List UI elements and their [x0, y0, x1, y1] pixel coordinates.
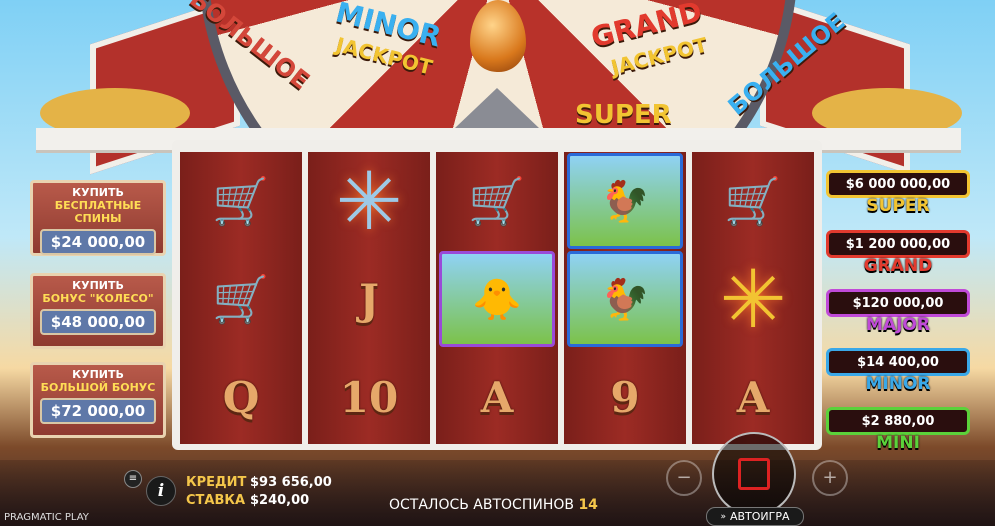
- buy-wheel-bonus-button[interactable]: КУПИТЬ БОНУС "КОЛЕСО" $48 000,00: [30, 273, 166, 349]
- bet-minus-button[interactable]: −: [666, 460, 702, 496]
- jackpot-mini: $2 880,00 MINI: [826, 407, 970, 459]
- menu-icon[interactable]: ≡: [124, 470, 142, 488]
- jackpot-name: MINI: [876, 433, 920, 453]
- reel-symbol: A: [480, 372, 514, 422]
- buy-label: КУПИТЬ: [72, 186, 124, 199]
- jackpot-value: $14 400,00: [826, 348, 970, 376]
- spin-button[interactable]: [712, 432, 796, 516]
- bet-label: СТАВКА: [186, 493, 246, 508]
- wheelbarrow-icon: 🛒: [724, 173, 782, 228]
- reel-symbol: J: [359, 274, 379, 324]
- jackpot-name: SUPER: [866, 196, 930, 216]
- jackpot-value: $6 000 000,00: [826, 170, 970, 198]
- reel-3: 🛒 🐥 A: [436, 152, 558, 444]
- reel-symbol: 10: [339, 372, 399, 422]
- jackpot-grand: $1 200 000,00 GRAND: [826, 230, 970, 282]
- wheel-hub-egg-icon: [470, 0, 526, 72]
- wheelbarrow-icon: 🛒: [468, 173, 526, 228]
- reel-symbol: 9: [610, 372, 640, 422]
- jackpot-super: $6 000 000,00 SUPER: [826, 170, 970, 222]
- wheel-pointer-icon: [455, 88, 539, 128]
- buy-desc: БОНУС "КОЛЕСО": [42, 292, 154, 305]
- rooster-icon: 🐓: [564, 152, 686, 250]
- buy-price: $48 000,00: [40, 309, 156, 335]
- reel-1: 🛒 🛒 Q: [180, 152, 302, 444]
- reel-2: ✳ J 10: [308, 152, 430, 444]
- bet-value: $240,00: [250, 493, 310, 508]
- buy-price: $72 000,00: [40, 398, 156, 424]
- autospins-count: 14: [578, 497, 598, 513]
- stop-icon: [738, 458, 770, 490]
- buy-label: КУПИТЬ: [72, 279, 124, 292]
- info-icon[interactable]: i: [146, 476, 176, 506]
- autospins-label: ОСТАЛОСЬ АВТОСПИНОВ: [389, 497, 574, 513]
- autoplay-icon: »: [720, 511, 726, 522]
- autoplay-button[interactable]: » АВТОИГРА: [706, 507, 804, 526]
- wheelbarrow-icon: 🛒: [212, 271, 270, 326]
- autoplay-label: АВТОИГРА: [729, 510, 790, 523]
- buy-label: КУПИТЬ: [72, 368, 124, 381]
- reel-frame: 🛒 🛒 Q ✳ J 10 🛒 🐥 A 🐓 🐓 9 🛒 ✳ A: [172, 140, 822, 450]
- buy-free-spins-button[interactable]: КУПИТЬ БЕСПЛАТНЫЕ СПИНЫ $24 000,00: [30, 180, 166, 256]
- buy-big-bonus-button[interactable]: КУПИТЬ БОЛЬШОЙ БОНУС $72 000,00: [30, 362, 166, 438]
- chick-icon: 🐥: [436, 250, 558, 348]
- windmill-blue-icon: ✳: [335, 154, 403, 248]
- jackpot-name: MAJOR: [866, 315, 930, 335]
- buy-price: $24 000,00: [40, 229, 156, 255]
- jackpot-minor: $14 400,00 MINOR: [826, 348, 970, 400]
- jackpot-name: MINOR: [865, 374, 931, 394]
- windmill-gold-icon: ✳: [719, 252, 787, 346]
- bet-plus-button[interactable]: +: [812, 460, 848, 496]
- reel-symbol: Q: [222, 372, 260, 422]
- buy-desc: БОЛЬШОЙ БОНУС: [40, 381, 156, 394]
- jackpot-value: $1 200 000,00: [826, 230, 970, 258]
- reel-5: 🛒 ✳ A: [692, 152, 814, 444]
- jackpot-value: $120 000,00: [826, 289, 970, 317]
- credit-value: $93 656,00: [250, 475, 332, 490]
- wheelbarrow-icon: 🛒: [212, 173, 270, 228]
- wheel-segment-label: SUPER: [575, 100, 672, 130]
- jackpot-major: $120 000,00 MAJOR: [826, 289, 970, 341]
- buy-desc: БЕСПЛАТНЫЕ СПИНЫ: [54, 199, 142, 225]
- jackpot-name: GRAND: [863, 256, 933, 276]
- credit-label: КРЕДИТ: [186, 475, 247, 490]
- jackpot-value: $2 880,00: [826, 407, 970, 435]
- reel-4: 🐓 🐓 9: [564, 152, 686, 444]
- rooster-icon: 🐓: [564, 250, 686, 348]
- brand-label: PRAGMATIC PLAY: [4, 512, 89, 523]
- autospins-status: ОСТАЛОСЬ АВТОСПИНОВ 14: [389, 497, 598, 513]
